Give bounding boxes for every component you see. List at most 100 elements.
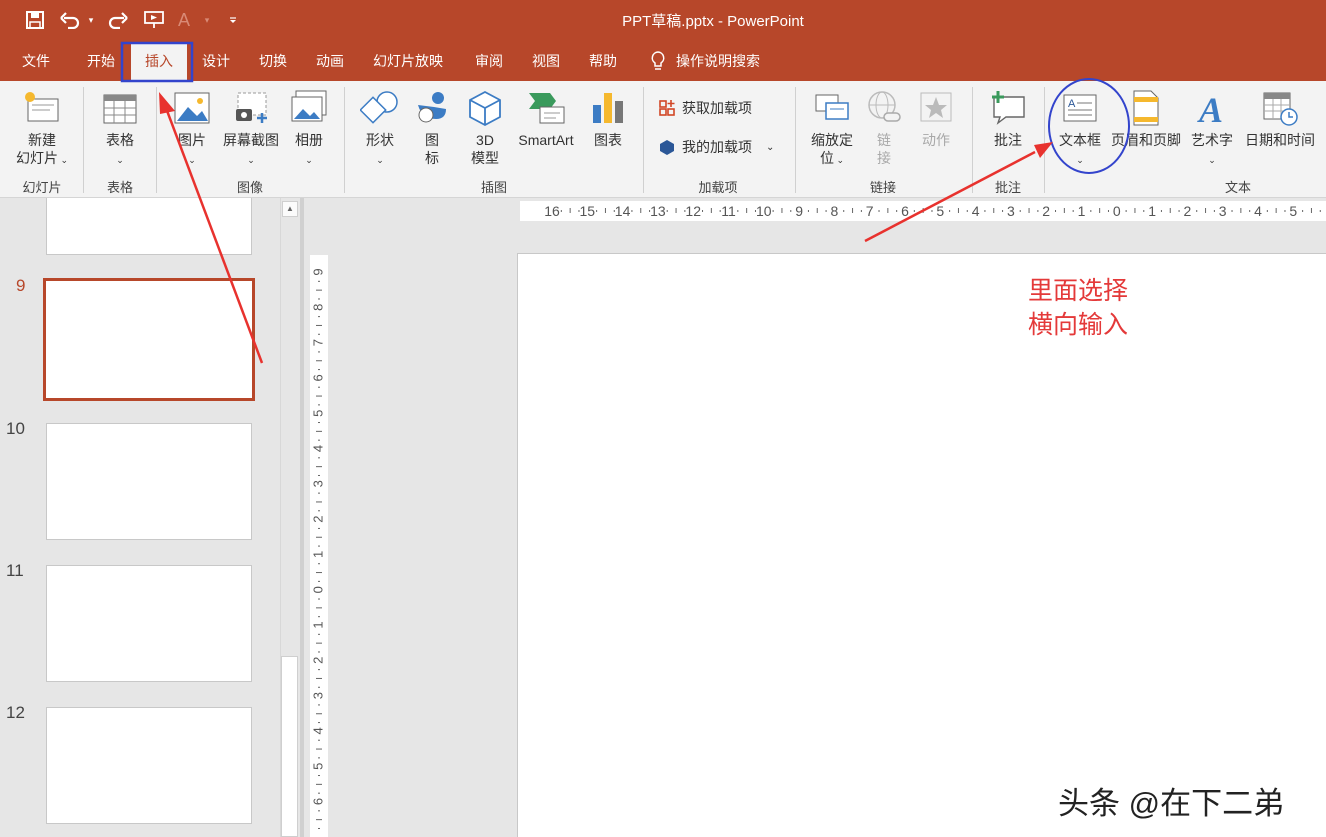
header-footer-button[interactable]: 页眉和页脚 — [1107, 89, 1185, 149]
slide-canvas[interactable] — [517, 253, 1326, 837]
ruler-label: 4 — [1254, 203, 1262, 219]
textbox-icon: A — [1063, 94, 1097, 122]
ruler-tick — [1099, 208, 1101, 213]
tab-insert[interactable]: 插入 — [131, 44, 187, 81]
album-label: 相册 — [295, 132, 323, 148]
tab-transitions[interactable]: 切换 — [259, 50, 287, 72]
tab-review[interactable]: 审阅 — [475, 50, 503, 72]
thumbnail-scrollbar[interactable]: ▲ — [280, 198, 298, 837]
ruler-label: 15 — [580, 203, 596, 219]
ruler-label: 6 — [310, 374, 325, 381]
tell-me-search[interactable]: 操作说明搜索 — [650, 50, 760, 72]
pane-divider[interactable] — [300, 198, 304, 837]
shapes-button[interactable]: 形状 ⌄ — [358, 89, 402, 169]
smartart-label: SmartArt — [518, 132, 574, 148]
ruler-tick — [318, 439, 320, 441]
ruler-tick — [569, 208, 571, 213]
separator — [344, 87, 345, 193]
picture-button[interactable]: 图片 ⌄ — [170, 89, 214, 169]
scroll-thumb[interactable] — [281, 656, 298, 837]
zoom-button[interactable]: 缩放定 位 ⌄ — [806, 89, 858, 169]
tab-view[interactable]: 视图 — [532, 50, 560, 72]
ruler-tick — [318, 792, 320, 794]
comment-button[interactable]: 批注 — [984, 89, 1032, 149]
link-icon — [868, 91, 901, 122]
group-label-addins: 加载项 — [698, 180, 738, 195]
ruler-label: 5 — [936, 203, 944, 219]
chart-label: 图表 — [594, 132, 622, 148]
screenshot-label: 屏幕截图 — [223, 132, 279, 148]
ruler-tick — [1002, 210, 1004, 212]
scroll-up-arrow-icon[interactable]: ▲ — [282, 201, 298, 217]
ruler-label: 1 — [1078, 203, 1086, 219]
slide-thumbnail[interactable] — [46, 707, 252, 824]
tab-design[interactable]: 设计 — [202, 50, 230, 72]
action-button[interactable]: 动作 — [914, 89, 958, 149]
ruler-label: 13 — [650, 203, 666, 219]
ruler-tick — [318, 280, 320, 282]
ruler-tick — [318, 616, 320, 618]
ruler-tick — [318, 757, 320, 759]
slide-thumbnail[interactable] — [46, 423, 252, 540]
tab-slideshow[interactable]: 幻灯片放映 — [373, 50, 443, 72]
3d-model-label2: 模型 — [471, 150, 499, 166]
ruler-label: 7 — [866, 203, 874, 219]
horizontal-ruler-ticks: 16 15 14 13 12 11 10 9 8 7 6 5 4 3 2 1 0 1 2 3 4 5 — [544, 203, 1321, 219]
slide-thumbnail[interactable] — [46, 198, 252, 255]
link-button[interactable]: 链 接 — [862, 89, 906, 167]
ruler-tick — [1055, 210, 1057, 212]
ruler-tick — [318, 457, 320, 459]
group-label-images: 图像 — [236, 180, 263, 195]
separator — [83, 87, 84, 193]
tab-file[interactable]: 文件 — [22, 50, 50, 72]
3d-model-button[interactable]: 3D 模型 — [463, 89, 507, 167]
zoom-label2: 位 — [819, 150, 834, 166]
ruler-label: 14 — [615, 203, 631, 219]
ruler-label: 2 — [1184, 203, 1192, 219]
group-label-tables: 表格 — [106, 180, 133, 195]
slide-number: 12 — [6, 703, 25, 722]
ruler-tick — [318, 404, 320, 406]
ruler-tick — [843, 210, 845, 212]
smartart-button[interactable]: SmartArt — [512, 89, 580, 149]
ruler-tick — [318, 739, 320, 741]
wordart-button[interactable]: A 艺术字 ⌄ — [1188, 89, 1236, 169]
tab-animations[interactable]: 动画 — [316, 50, 344, 72]
tab-help[interactable]: 帮助 — [589, 50, 617, 72]
vertical-ruler-ticks: 9 8 7 6 5 4 3 2 1 0 1 2 3 4 5 6 — [310, 268, 325, 829]
smartart-icon — [529, 93, 565, 124]
slide-thumbnail-panel: 9 10 11 12 — [0, 198, 280, 837]
svg-text:A: A — [1068, 98, 1076, 110]
ruler-tick — [316, 360, 322, 362]
comment-label: 批注 — [994, 132, 1022, 148]
ruler-tick — [318, 298, 320, 300]
get-addins-button[interactable]: 获取加载项 — [658, 98, 752, 118]
icons-button[interactable]: 图 标 — [410, 89, 454, 167]
ruler-tick — [560, 210, 562, 212]
my-addins-button[interactable]: 我的加载项 ⌄ — [658, 137, 774, 157]
new-slide-button[interactable]: 新建 幻灯片 ⌄ — [10, 89, 74, 169]
ruler-tick — [984, 210, 986, 212]
slide-thumbnail-selected[interactable] — [43, 278, 255, 401]
chevron-down-icon: ⌄ — [376, 155, 384, 165]
ruler-label: 11 — [721, 203, 736, 219]
tab-home[interactable]: 开始 — [87, 50, 115, 72]
ruler-tick — [1275, 208, 1277, 213]
chevron-down-icon: ⌄ — [1208, 155, 1216, 165]
group-label-comments: 批注 — [994, 180, 1021, 195]
ruler-label: 1 — [310, 551, 325, 558]
album-button[interactable]: 相册 ⌄ — [287, 89, 331, 169]
table-label: 表格 — [106, 132, 134, 148]
chart-button[interactable]: 图表 — [586, 89, 630, 149]
ruler-label: 12 — [685, 203, 701, 219]
ruler-tick — [631, 210, 633, 212]
slide-thumbnail[interactable] — [46, 565, 252, 682]
screenshot-button[interactable]: 屏幕截图 ⌄ — [218, 89, 284, 169]
ruler-tick — [1213, 210, 1215, 212]
ruler-tick — [878, 210, 880, 212]
datetime-button[interactable]: 日期和时间 — [1240, 89, 1320, 149]
table-button[interactable]: 表格 ⌄ — [98, 89, 142, 169]
new-slide-icon — [25, 92, 59, 122]
chevron-down-icon: ⌄ — [247, 155, 255, 165]
textbox-button[interactable]: A 文本框 ⌄ — [1054, 89, 1106, 169]
